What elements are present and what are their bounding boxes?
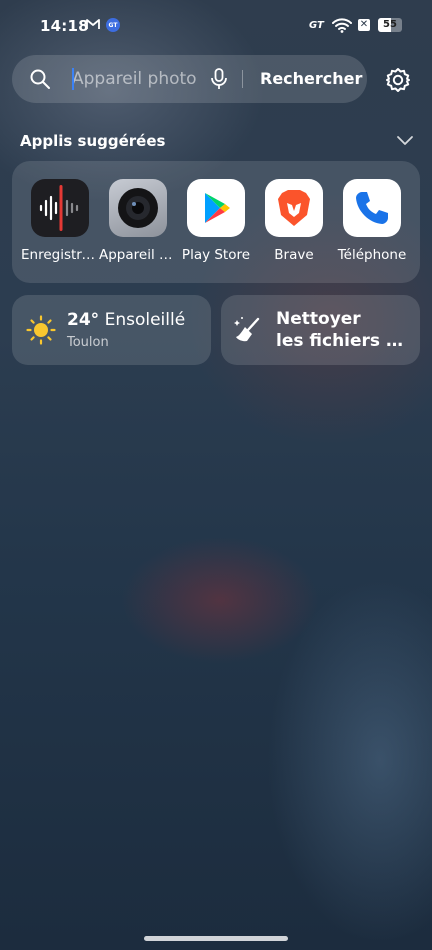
weather-condition: Ensoleillé bbox=[104, 310, 186, 330]
search-bar[interactable]: Rechercher bbox=[12, 55, 367, 103]
chevron-down-icon[interactable] bbox=[396, 134, 414, 148]
app-brave[interactable]: Brave bbox=[255, 179, 333, 275]
search-divider bbox=[242, 70, 243, 88]
app-label: Téléphone bbox=[337, 247, 407, 263]
app-camera[interactable]: Appareil photo bbox=[99, 179, 177, 275]
sun-icon bbox=[26, 315, 56, 345]
app-label: Appareil photo bbox=[99, 247, 177, 263]
home-indicator[interactable] bbox=[144, 936, 288, 941]
search-button[interactable]: Rechercher bbox=[260, 67, 362, 91]
phone-icon bbox=[343, 179, 401, 237]
weather-summary: 24° Ensoleillé bbox=[67, 310, 185, 330]
voice-recorder-icon bbox=[31, 179, 89, 237]
gt-notification-icon: GT bbox=[106, 18, 120, 32]
status-time: 14:18 bbox=[40, 17, 89, 35]
battery-level: 55 bbox=[383, 19, 397, 30]
broom-icon bbox=[234, 317, 260, 342]
gmail-icon bbox=[86, 19, 100, 29]
battery-icon: 55 bbox=[378, 18, 402, 32]
camera-icon bbox=[109, 179, 167, 237]
weather-temperature: 24° bbox=[67, 310, 100, 330]
app-play-store[interactable]: Play Store bbox=[177, 179, 255, 275]
brave-icon bbox=[265, 179, 323, 237]
weather-city: Toulon bbox=[67, 335, 109, 350]
settings-gear-icon[interactable] bbox=[384, 66, 412, 94]
clean-files-widget[interactable]: Nettoyer les fichiers inutiles bbox=[221, 295, 420, 365]
search-icon bbox=[30, 69, 50, 89]
text-cursor bbox=[72, 68, 74, 90]
suggested-apps-panel: Enregistreur Appareil photo Play Store bbox=[12, 161, 420, 283]
wifi-icon bbox=[332, 18, 352, 33]
cleaner-title: Nettoyer bbox=[276, 309, 361, 329]
weather-widget[interactable]: 24° Ensoleillé Toulon bbox=[12, 295, 211, 365]
microphone-icon[interactable] bbox=[208, 67, 230, 91]
app-phone[interactable]: Téléphone bbox=[333, 179, 411, 275]
suggested-apps-title: Applis suggérées bbox=[20, 132, 166, 150]
app-label: Brave bbox=[274, 247, 314, 263]
cleaner-subtitle: les fichiers inutiles bbox=[276, 331, 406, 351]
gt-mode-icon: GT bbox=[309, 20, 324, 31]
app-label: Play Store bbox=[181, 247, 251, 263]
play-store-icon bbox=[187, 179, 245, 237]
status-bar: 14:18 GT GT ✕ 55 bbox=[0, 0, 432, 52]
app-label: Enregistreur bbox=[21, 247, 99, 263]
app-recorder[interactable]: Enregistreur bbox=[21, 179, 99, 275]
xbox-icon: ✕ bbox=[358, 19, 370, 31]
search-input[interactable] bbox=[72, 65, 207, 93]
